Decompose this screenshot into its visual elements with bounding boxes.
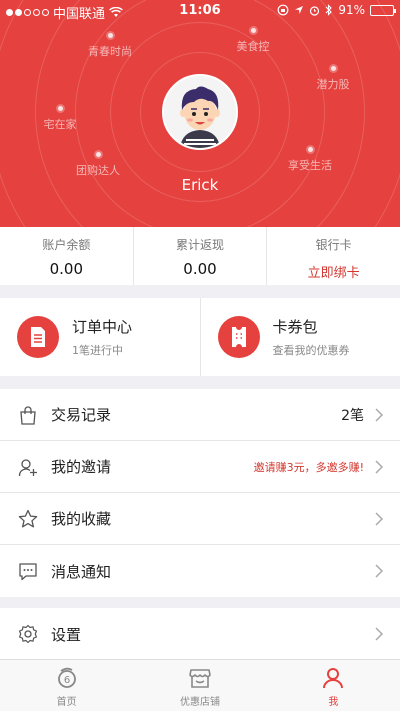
- menu-item-settings[interactable]: 设置: [0, 608, 400, 660]
- shopping-bag-icon: [17, 404, 39, 426]
- user-icon: [323, 668, 344, 689]
- menu-label: 交易记录: [51, 406, 112, 424]
- bind-card-link[interactable]: 立即绑卡: [267, 262, 400, 281]
- store-icon: [189, 669, 211, 688]
- stat-value: 0.00: [183, 260, 217, 278]
- tab-home[interactable]: 6 首页: [0, 660, 133, 711]
- stat-value: 0.00: [49, 260, 84, 278]
- card-subtitle: 查看我的优惠券: [272, 344, 350, 357]
- menu-label: 我的收藏: [51, 510, 112, 528]
- interest-tag[interactable]: 美食控: [230, 26, 276, 54]
- tab-me[interactable]: 我: [267, 660, 400, 711]
- chevron-right-icon: [375, 459, 384, 474]
- interest-tag[interactable]: 宅在家: [37, 104, 83, 132]
- menu-item-favorites[interactable]: 我的收藏: [0, 493, 400, 545]
- invite-user-icon: [17, 456, 39, 478]
- home-logo-icon: 6: [57, 667, 76, 688]
- menu-label: 我的邀请: [51, 458, 112, 476]
- menu-label: 消息通知: [51, 562, 112, 581]
- account-stats: 账户余额 0.00 累计返现 0.00 银行卡 立即绑卡: [0, 227, 400, 285]
- document-icon: [17, 316, 59, 358]
- avatar-illustration: [164, 76, 236, 148]
- chevron-right-icon: [375, 564, 384, 578]
- stat-label: 累计返现: [176, 238, 225, 252]
- message-icon: [17, 560, 39, 582]
- stat-label: 银行卡: [315, 238, 352, 252]
- coupon-wallet-card[interactable]: 卡券包 查看我的优惠券: [201, 298, 400, 376]
- transaction-count: 2笔: [341, 407, 364, 424]
- card-title: 订单中心: [72, 318, 133, 336]
- tab-label: 优惠店铺: [179, 697, 220, 708]
- username: Erick: [181, 176, 219, 194]
- interest-tag[interactable]: 享受生活: [283, 145, 337, 173]
- chevron-right-icon: [375, 407, 384, 422]
- menu-list: 交易记录 2笔 我的邀请 邀请赚3元，多邀多赚! 我的收藏 消息通知: [0, 389, 400, 597]
- svg-text:6: 6: [63, 675, 69, 686]
- card-title: 卡券包: [272, 318, 318, 336]
- profile-header: 中国联通 11:06 91% 青春时尚 美食控 潜力股 宅在家 团购达人 享受生…: [0, 0, 400, 227]
- quick-cards: 订单中心 1笔进行中 卡券包 查看我的优惠券: [0, 298, 400, 376]
- interest-tag[interactable]: 青春时尚: [85, 31, 135, 59]
- chevron-right-icon: [375, 511, 384, 526]
- order-center-card[interactable]: 订单中心 1笔进行中: [0, 298, 201, 376]
- invite-promo-text: 邀请赚3元，多邀多赚!: [253, 460, 364, 474]
- tab-stores[interactable]: 优惠店铺: [133, 660, 266, 711]
- tab-bar: 6 首页 优惠店铺 我: [0, 659, 400, 711]
- interest-tag[interactable]: 潜力股: [310, 64, 356, 92]
- star-icon: [17, 508, 39, 530]
- menu-item-notifications[interactable]: 消息通知: [0, 545, 400, 597]
- stat-label: 账户余额: [42, 238, 91, 252]
- tab-label: 首页: [56, 697, 77, 708]
- card-subtitle: 1笔进行中: [72, 344, 123, 357]
- avatar[interactable]: [162, 74, 238, 150]
- chevron-right-icon: [375, 627, 384, 641]
- menu-item-invitations[interactable]: 我的邀请 邀请赚3元，多邀多赚!: [0, 441, 400, 493]
- menu-item-transactions[interactable]: 交易记录 2笔: [0, 389, 400, 441]
- stat-cashback[interactable]: 累计返现 0.00: [134, 227, 268, 285]
- tab-label: 我: [328, 697, 339, 708]
- gear-icon: [17, 623, 39, 645]
- stat-bank-card[interactable]: 银行卡 立即绑卡: [267, 227, 400, 285]
- interest-tag[interactable]: 团购达人: [70, 150, 126, 178]
- ticket-icon: [217, 316, 260, 358]
- menu-label: 设置: [51, 625, 82, 644]
- stat-balance[interactable]: 账户余额 0.00: [0, 227, 134, 285]
- settings-group: 设置: [0, 608, 400, 660]
